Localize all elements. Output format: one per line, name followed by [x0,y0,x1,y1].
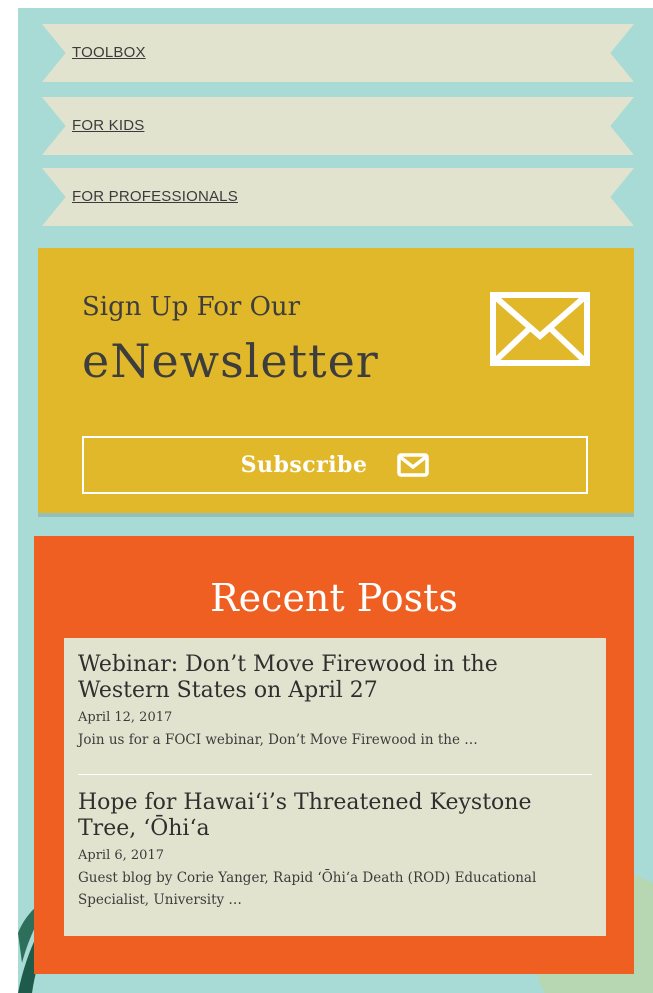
envelope-small-icon [397,453,430,477]
post-date: April 12, 2017 [78,710,173,725]
post-excerpt: Join us for a FOCI webinar, Don’t Move F… [78,732,478,748]
nav-link-for-kids[interactable]: FOR KIDS [72,97,144,155]
post-divider [78,774,592,775]
recent-posts-list: Webinar: Don’t Move Firewood in the West… [64,638,606,936]
post-title-link[interactable]: Webinar: Don’t Move Firewood in the West… [78,652,592,704]
recent-posts-title: Recent Posts [210,576,458,620]
newsletter-heading: eNewsletter [82,334,379,388]
subscribe-label: Subscribe [240,452,368,478]
page-background: TOOLBOX FOR KIDS FOR PROFESSIONALS Sign … [18,8,653,993]
newsletter-signup: Sign Up For Our eNewsletter Subscribe [38,248,634,513]
envelope-icon [490,292,590,366]
post-date: April 6, 2017 [78,848,164,863]
nav-link-for-professionals[interactable]: FOR PROFESSIONALS [72,168,238,226]
list-item: Webinar: Don’t Move Firewood in the West… [78,652,592,751]
list-item: Hope for Hawai‘i’s Threatened Keystone T… [78,790,592,911]
nav-item-toolbox[interactable]: TOOLBOX [42,24,634,82]
nav-item-for-kids[interactable]: FOR KIDS [42,97,634,155]
recent-posts-section: Recent Posts Webinar: Don’t Move Firewoo… [34,536,634,974]
newsletter-heading-small: Sign Up For Our [82,292,301,322]
nav-link-toolbox[interactable]: TOOLBOX [72,24,146,82]
post-title-link[interactable]: Hope for Hawai‘i’s Threatened Keystone T… [78,790,592,842]
nav-item-for-professionals[interactable]: FOR PROFESSIONALS [42,168,634,226]
post-excerpt: Guest blog by Corie Yanger, Rapid ‘Ōhi‘a… [78,870,537,908]
subscribe-button[interactable]: Subscribe [82,436,588,494]
